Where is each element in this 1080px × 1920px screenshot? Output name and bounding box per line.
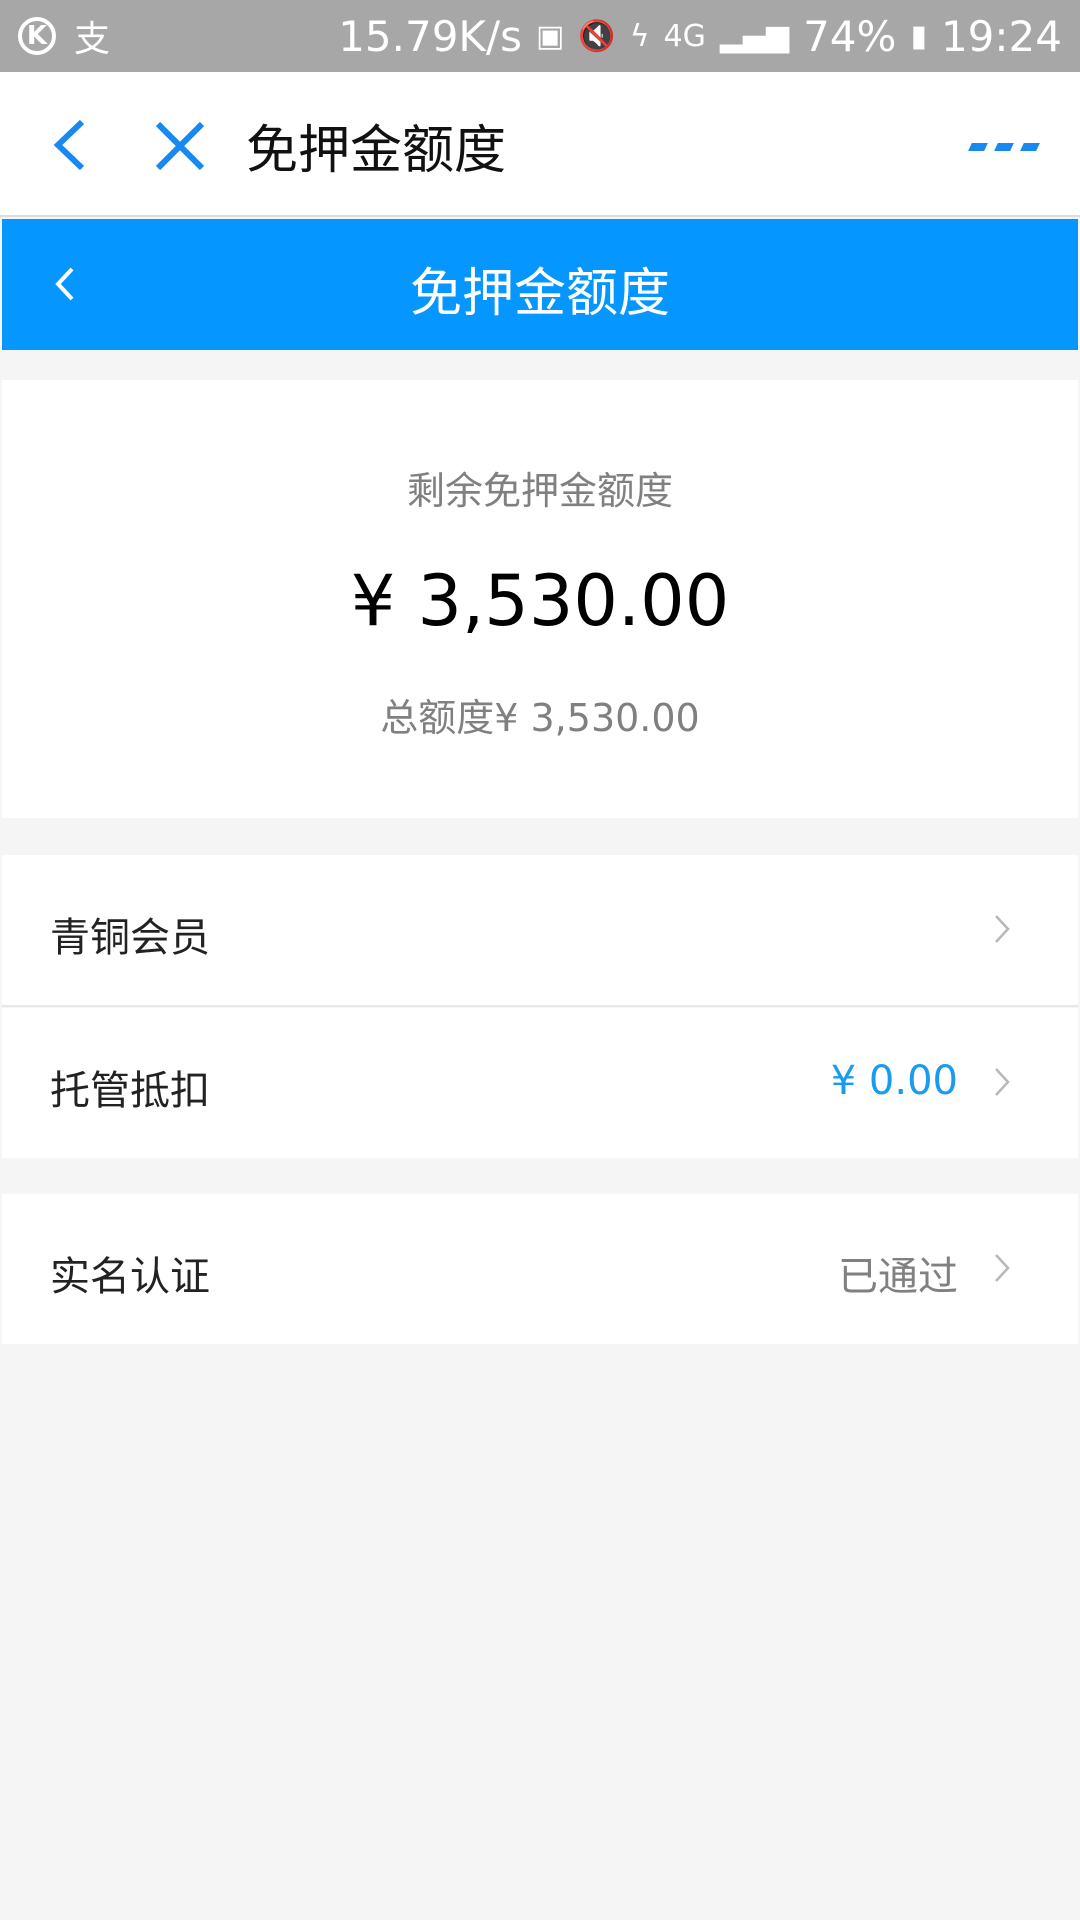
more-icon-dot bbox=[1020, 143, 1040, 151]
row-value: ¥ 0.00 bbox=[830, 1058, 958, 1104]
battery-icon: ▮ bbox=[910, 18, 927, 54]
close-button[interactable] bbox=[150, 116, 210, 176]
list-item-custody-deduction[interactable]: 托管抵扣 ¥ 0.00 bbox=[2, 1008, 1078, 1158]
quota-label: 剩余免押金额度 bbox=[406, 469, 673, 513]
list-item-membership[interactable]: 青铜会员 bbox=[2, 855, 1078, 1005]
close-icon bbox=[155, 121, 205, 171]
battery-saver-icon: ▣ bbox=[536, 18, 565, 54]
row-label: 青铜会员 bbox=[50, 915, 210, 961]
quota-card: 剩余免押金额度 ¥ 3,530.00 总额度¥ 3,530.00 bbox=[2, 380, 1078, 818]
flash-icon: ϟ bbox=[629, 18, 650, 54]
network-speed: 15.79K/s bbox=[338, 11, 522, 61]
inner-nav-bar: 免押金额度 bbox=[2, 219, 1078, 350]
quota-total: 总额度¥ 3,530.00 bbox=[380, 696, 700, 740]
status-right: 15.79K/s ▣ 🔇 ϟ 4G ▂▄▆ 74% ▮ 19:24 bbox=[338, 12, 1062, 61]
status-bar: K 支 15.79K/s ▣ 🔇 ϟ 4G ▂▄▆ 74% ▮ 19:24 bbox=[0, 0, 1080, 72]
network-4g-icon: 4G bbox=[663, 18, 706, 54]
inner-title: 免押金额度 bbox=[409, 264, 670, 324]
k-app-icon: K bbox=[18, 17, 56, 55]
signal-icon: ▂▄▆ bbox=[719, 18, 790, 54]
more-icon bbox=[968, 143, 988, 151]
back-button[interactable] bbox=[48, 118, 92, 172]
row-label: 托管抵扣 bbox=[50, 1068, 210, 1114]
list-item-real-name-verification[interactable]: 实名认证 已通过 bbox=[2, 1194, 1078, 1344]
more-icon-dot bbox=[994, 143, 1014, 151]
screen: K 支 15.79K/s ▣ 🔇 ϟ 4G ▂▄▆ 74% ▮ 19:24 免押… bbox=[0, 0, 1080, 1920]
alipay-icon: 支 bbox=[74, 19, 111, 60]
quota-amount: ¥ 3,530.00 bbox=[350, 560, 730, 642]
row-label: 实名认证 bbox=[50, 1254, 210, 1300]
row-value: 已通过 bbox=[838, 1254, 958, 1300]
more-button[interactable] bbox=[968, 132, 1040, 162]
chevron-right-icon bbox=[995, 1068, 1010, 1096]
battery-level: 74% bbox=[803, 11, 897, 61]
page-title: 免押金额度 bbox=[246, 121, 507, 181]
app-header: 免押金额度 bbox=[0, 72, 1080, 217]
chevron-left-icon bbox=[53, 119, 85, 171]
chevron-right-icon bbox=[995, 915, 1010, 943]
status-left: K 支 bbox=[18, 10, 110, 62]
mute-icon: 🔇 bbox=[578, 18, 616, 54]
clock: 19:24 bbox=[940, 11, 1062, 61]
chevron-right-icon bbox=[995, 1254, 1010, 1282]
divider bbox=[2, 1005, 1078, 1007]
